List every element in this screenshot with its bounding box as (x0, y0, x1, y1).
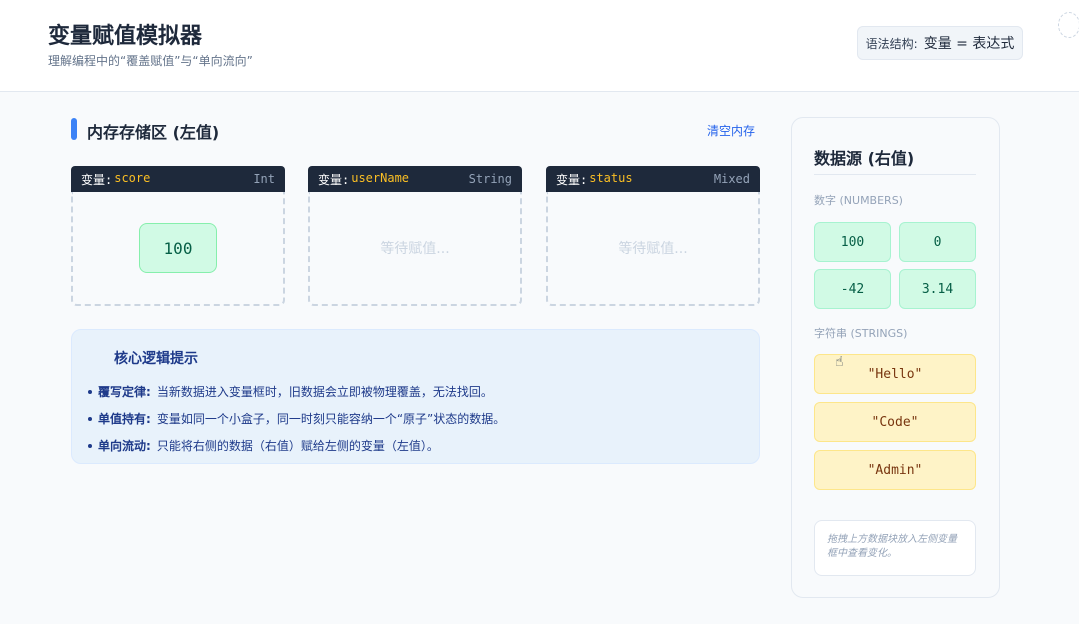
empty-placeholder: 等待赋值... (618, 241, 688, 257)
tip-item: 单值持有: 变量如同一个小盒子，同一时刻只能容纳一个“原子”状态的数据。 (88, 405, 505, 432)
string-chip[interactable]: "Code" (814, 402, 976, 442)
number-chip[interactable]: 3.14 (899, 269, 976, 309)
variable-name: userName (351, 170, 410, 185)
variable-header: 变量: score Int (71, 166, 285, 192)
bullet-icon (88, 416, 92, 421)
data-source-panel: 数据源 (右值) 数字 (NUMBERS) 100 0 -42 3.14 字符串… (791, 117, 1000, 598)
tips-title: 核心逻辑提示 (114, 351, 198, 367)
tip-text: 只能将右侧的数据（右值）赋给左侧的变量（左值）。 (156, 439, 439, 453)
variable-header: 变量: status Mixed (546, 166, 760, 192)
hand-cursor-icon: ☝ (835, 354, 844, 370)
variable-drop-zone[interactable]: 100 (71, 192, 285, 306)
logic-tips-panel: 核心逻辑提示 覆写定律: 当新数据进入变量框时，旧数据会立即被物理覆盖，无法找回… (71, 329, 760, 464)
app-subtitle: 理解编程中的“覆盖赋值”与“单向流向” (48, 54, 253, 68)
tip-label: 单值持有: (98, 412, 151, 426)
number-chip[interactable]: -42 (814, 269, 891, 309)
assigned-value-chip[interactable]: 100 (139, 223, 217, 273)
variable-type: Int (253, 172, 275, 186)
variable-drop-zone[interactable]: 等待赋值... (546, 192, 760, 306)
source-title: 数据源 (右值) (814, 149, 915, 168)
numbers-group-label: 数字 (NUMBERS) (814, 194, 903, 207)
variable-prefix: 变量: (318, 172, 350, 187)
tips-list: 覆写定律: 当新数据进入变量框时，旧数据会立即被物理覆盖，无法找回。 单值持有:… (88, 378, 505, 459)
empty-placeholder: 等待赋值... (380, 241, 450, 257)
tip-label: 单向流动: (98, 439, 151, 453)
syntax-badge: 语法结构: 变量 = 表达式 (857, 26, 1023, 60)
variable-card-status: 变量: status Mixed 等待赋值... (546, 166, 760, 306)
number-chip[interactable]: 0 (899, 222, 976, 262)
drag-hint: 拖拽上方数据块放入左侧变量框中查看变化。 (814, 520, 976, 576)
syntax-expression: 变量 = 表达式 (923, 36, 1015, 52)
tip-label: 覆写定律: (98, 385, 151, 399)
variable-prefix: 变量: (81, 172, 113, 187)
strings-group-label: 字符串 (STRINGS) (814, 327, 908, 340)
string-chip[interactable]: "Admin" (814, 450, 976, 490)
variable-header: 变量: userName String (308, 166, 522, 192)
syntax-label: 语法结构: (865, 36, 918, 51)
tip-item: 单向流动: 只能将右侧的数据（右值）赋给左侧的变量（左值）。 (88, 432, 505, 459)
app-header: 变量赋值模拟器 理解编程中的“覆盖赋值”与“单向流向” 语法结构: 变量 = 表… (0, 0, 1079, 92)
number-chip[interactable]: 100 (814, 222, 891, 262)
bullet-icon (88, 443, 92, 448)
bullet-icon (88, 389, 92, 394)
variable-type: String (468, 172, 512, 186)
variable-card-username: 变量: userName String 等待赋值... (308, 166, 522, 306)
clear-memory-button[interactable]: 清空内存 (707, 122, 755, 139)
variable-card-score: 变量: score Int 100 (71, 166, 285, 306)
variable-name: status (589, 170, 633, 185)
variable-name: score (114, 170, 151, 185)
tip-text: 变量如同一个小盒子，同一时刻只能容纳一个“原子”状态的数据。 (156, 412, 506, 426)
variable-type: Mixed (713, 172, 750, 186)
tip-text: 当新数据进入变量框时，旧数据会立即被物理覆盖，无法找回。 (156, 385, 493, 399)
app-title: 变量赋值模拟器 (48, 24, 203, 49)
section-accent-bar (71, 118, 77, 140)
tip-item: 覆写定律: 当新数据进入变量框时，旧数据会立即被物理覆盖，无法找回。 (88, 378, 505, 405)
divider (814, 174, 976, 175)
variable-prefix: 变量: (556, 172, 588, 187)
memory-section-title: 内存存储区 (左值) (87, 123, 220, 142)
loading-spinner-icon (1058, 12, 1079, 38)
variable-drop-zone[interactable]: 等待赋值... (308, 192, 522, 306)
